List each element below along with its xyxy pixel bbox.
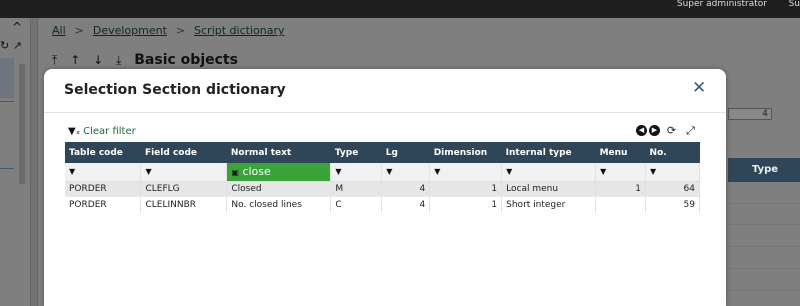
filter-icon: ▼ (434, 166, 441, 176)
filter-normal-text-value: close (242, 165, 271, 179)
left-pane: ^ ↻ ↗ (0, 18, 30, 306)
background-row-line (728, 203, 800, 204)
dialog-title: Selection Section dictionary (64, 82, 286, 98)
cell-type: M (330, 181, 383, 197)
filter-cell-dimension[interactable]: ▼ (429, 163, 503, 182)
left-divider (0, 168, 14, 169)
left-selected-block (0, 58, 14, 98)
cell-type: C (330, 197, 383, 213)
column-header-field-code[interactable]: Field code (140, 142, 227, 163)
left-divider (0, 101, 14, 102)
cell-lg: 4 (381, 197, 431, 213)
background-row-line (728, 268, 800, 269)
background-column-header: Type (728, 158, 800, 182)
cell-normal-text: No. closed lines (226, 197, 332, 213)
table-row[interactable]: PORDER CLELINNBR No. closed lines C 4 1 … (65, 197, 700, 213)
background-field[interactable]: 4 (728, 108, 772, 120)
breadcrumb-development[interactable]: Development (93, 24, 167, 37)
filter-clear-icon: ▼ₓ (68, 126, 81, 137)
cell-field-code: CLEFLG (140, 181, 228, 197)
filter-icon: ▼ (386, 166, 393, 176)
filter-cell-normal-text[interactable]: ▣ close (226, 163, 332, 182)
background-row-line (728, 224, 800, 225)
next-record-icon[interactable]: ↓ (93, 53, 103, 67)
column-header-menu[interactable]: Menu (595, 142, 646, 163)
left-tools-icons[interactable]: ↻ ↗ (0, 39, 22, 52)
filter-icon: ▼ (145, 166, 152, 176)
breadcrumb-separator: > (74, 24, 84, 37)
background-row-line (728, 246, 800, 247)
breadcrumb: All > Development > Script dictionary (52, 24, 284, 37)
grid-header-row: Table code Field code Normal text Type L… (65, 142, 700, 163)
cell-number: 64 (645, 181, 700, 197)
cell-number: 59 (645, 197, 700, 213)
filter-row: ▼ ▼ ▣ close ▼ ▼ ▼ ▼ ▼ ▼ (65, 163, 700, 182)
column-header-lg[interactable]: Lg (381, 142, 430, 163)
filter-icon: ▼ (335, 166, 342, 176)
filter-icon: ▼ (506, 166, 513, 176)
background-row-line (728, 290, 800, 291)
previous-record-icon[interactable]: ↑ (70, 53, 80, 67)
filter-cell-type[interactable]: ▼ (330, 163, 383, 182)
cell-lg: 4 (381, 181, 431, 197)
filter-icon: ▼ (600, 166, 607, 176)
cell-dimension: 1 (429, 197, 503, 213)
breadcrumb-all[interactable]: All (52, 24, 66, 37)
chevron-up-icon[interactable]: ^ (12, 20, 22, 34)
cell-internal-type: Short integer (501, 197, 597, 213)
page-title-bar: ⤒ ↑ ↓ ⤓ Basic objects (52, 52, 238, 68)
filter-cell-lg[interactable]: ▼ (381, 163, 431, 182)
cell-menu: 1 (595, 181, 647, 197)
cell-menu (595, 197, 647, 213)
column-header-number[interactable]: No. (645, 142, 700, 163)
column-header-table-code[interactable]: Table code (65, 142, 141, 163)
refresh-icon[interactable]: ⟳ (666, 125, 677, 136)
cell-dimension: 1 (429, 181, 503, 197)
table-row[interactable]: PORDER CLEFLG Closed M 4 1 Local menu 1 … (65, 181, 700, 197)
expand-icon[interactable]: ⤢ (685, 125, 696, 136)
filter-cell-number[interactable]: ▼ (645, 163, 700, 182)
filter-cell-field-code[interactable]: ▼ (140, 163, 228, 182)
results-grid: Table code Field code Normal text Type L… (65, 142, 700, 213)
previous-page-icon[interactable]: ◀ (636, 125, 647, 136)
filter-cell-internal-type[interactable]: ▼ (501, 163, 597, 182)
dialog-header-divider (44, 112, 726, 113)
next-page-icon[interactable]: ▶ (649, 125, 660, 136)
selection-dialog: Selection Section dictionary ✕ ▼ₓ Clear f… (44, 69, 726, 306)
column-header-internal-type[interactable]: Internal type (501, 142, 596, 163)
clear-filter-label: Clear filter (83, 126, 136, 137)
pane-splitter[interactable] (30, 18, 38, 306)
column-header-type[interactable]: Type (330, 142, 382, 163)
last-record-icon[interactable]: ⤓ (116, 53, 121, 67)
breadcrumb-script-dictionary[interactable]: Script dictionary (194, 24, 284, 37)
clear-filter-button[interactable]: ▼ₓ Clear filter (68, 126, 136, 137)
filter-active-icon: ▣ (231, 168, 239, 178)
cell-table-code: PORDER (65, 197, 142, 213)
filter-cell-table-code[interactable]: ▼ (65, 163, 142, 182)
top-bar: Super administrator Su (0, 0, 800, 18)
close-icon[interactable]: ✕ (692, 80, 706, 97)
user-name[interactable]: Super administrator (677, 0, 767, 9)
page-title: Basic objects (134, 52, 238, 68)
left-scrollbar[interactable] (19, 64, 25, 184)
filter-icon: ▼ (650, 166, 657, 176)
cell-normal-text: Closed (226, 181, 332, 197)
cell-table-code: PORDER (65, 181, 142, 197)
top-bar-extra[interactable]: Su (789, 0, 800, 9)
first-record-icon[interactable]: ⤒ (52, 53, 57, 67)
cell-field-code: CLELINNBR (140, 197, 228, 213)
filter-icon: ▼ (69, 166, 76, 176)
column-header-dimension[interactable]: Dimension (429, 142, 502, 163)
filter-cell-menu[interactable]: ▼ (595, 163, 647, 182)
column-header-normal-text[interactable]: Normal text (226, 142, 331, 163)
cell-internal-type: Local menu (501, 181, 597, 197)
breadcrumb-separator: > (175, 24, 186, 37)
